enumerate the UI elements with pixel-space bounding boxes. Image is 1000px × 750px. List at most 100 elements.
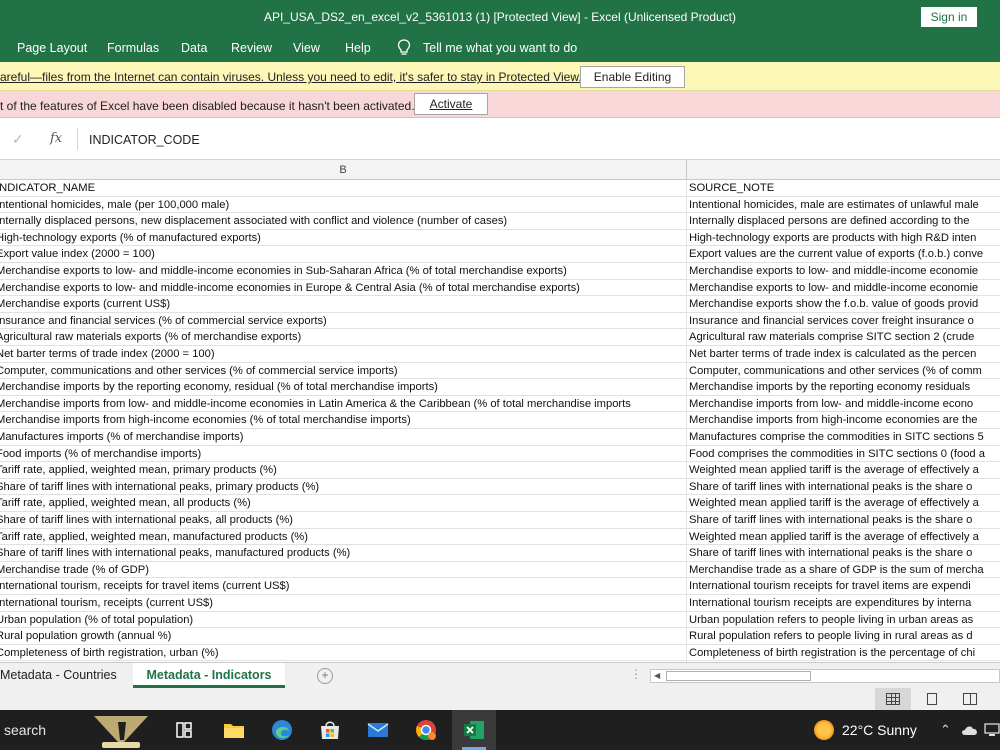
indicator-name-cell[interactable]: Food imports (% of merchandise imports) (0, 447, 686, 462)
page-layout-view-icon (927, 693, 937, 705)
sheet-tab-indicators[interactable]: Metadata - Indicators (133, 663, 285, 688)
source-note-cell[interactable]: Intentional homicides, male are estimate… (689, 198, 1000, 213)
mail-icon[interactable] (366, 718, 390, 742)
indicator-name-cell[interactable]: Tariff rate, applied, weighted mean, all… (0, 496, 686, 511)
indicator-name-cell[interactable]: Merchandise imports from low- and middle… (0, 397, 686, 412)
source-note-cell[interactable]: High-technology exports are products wit… (689, 231, 1000, 246)
chevron-up-icon[interactable]: ⌃ (940, 722, 951, 738)
sign-in-button[interactable]: Sign in (921, 7, 977, 27)
edge-icon[interactable] (270, 718, 294, 742)
scrollbar-thumb[interactable] (666, 671, 811, 681)
indicator-name-cell[interactable]: Merchandise exports (current US$) (0, 297, 686, 312)
indicator-name-cell[interactable]: Net barter terms of trade index (2000 = … (0, 347, 686, 362)
file-explorer-icon[interactable] (222, 718, 246, 742)
spreadsheet-grid[interactable]: INDICATOR_NAME SOURCE_NOTE Intentional hom… (0, 180, 1000, 662)
indicator-name-cell[interactable]: Tariff rate, applied, weighted mean, man… (0, 530, 686, 545)
column-header-b[interactable]: B (0, 164, 686, 176)
source-note-cell[interactable]: Weighted mean applied tariff is the aver… (689, 463, 1000, 478)
indicator-name-cell[interactable]: Internally displaced persons, new displa… (0, 214, 686, 229)
source-note-cell[interactable]: Urban population refers to people living… (689, 613, 1000, 628)
indicator-name-cell[interactable]: Urban population (% of total population) (0, 613, 686, 628)
indicator-name-cell[interactable]: Export value index (2000 = 100) (0, 247, 686, 262)
tell-me-search[interactable]: Tell me what you want to do (423, 41, 577, 55)
indicator-name-cell[interactable]: Intentional homicides, male (per 100,000… (0, 198, 686, 213)
tab-help[interactable]: Help (345, 41, 371, 55)
source-note-cell[interactable]: SOURCE_NOTE (689, 181, 1000, 196)
indicator-name-cell[interactable]: Merchandise exports to low- and middle-i… (0, 281, 686, 296)
indicator-name-cell[interactable]: Computer, communications and other servi… (0, 364, 686, 379)
source-note-cell[interactable]: Share of tariff lines with international… (689, 513, 1000, 528)
indicator-name-cell[interactable]: Insurance and financial services (% of c… (0, 314, 686, 329)
source-note-cell[interactable]: Food comprises the commodities in SITC s… (689, 447, 1000, 462)
source-note-cell[interactable]: Merchandise imports from high-income eco… (689, 413, 1000, 428)
check-icon[interactable]: ✓ (12, 131, 24, 148)
tab-view[interactable]: View (293, 41, 320, 55)
source-note-cell[interactable]: Agricultural raw materials comprise SITC… (689, 330, 1000, 345)
page-layout-view-button[interactable] (914, 688, 950, 710)
sheet-tab-countries[interactable]: Metadata - Countries (0, 663, 130, 688)
indicator-name-cell[interactable]: Share of tariff lines with international… (0, 546, 686, 561)
activate-button[interactable]: Activate (414, 93, 488, 115)
indicator-name-cell[interactable]: Completeness of birth registration, urba… (0, 646, 686, 661)
source-note-cell[interactable]: Share of tariff lines with international… (689, 480, 1000, 495)
source-note-cell[interactable]: Weighted mean applied tariff is the aver… (689, 496, 1000, 511)
page-break-view-button[interactable] (952, 688, 988, 710)
cloud-icon[interactable] (960, 724, 980, 736)
indicator-name-cell[interactable]: High-technology exports (% of manufactur… (0, 231, 686, 246)
formula-content[interactable]: INDICATOR_CODE (89, 133, 200, 147)
indicator-name-cell[interactable]: Merchandise imports from high-income eco… (0, 413, 686, 428)
indicator-name-cell[interactable]: Tariff rate, applied, weighted mean, pri… (0, 463, 686, 478)
indicator-name-cell[interactable]: INDICATOR_NAME (0, 181, 686, 196)
taskbar-search[interactable]: search (4, 722, 46, 738)
source-note-cell[interactable]: Merchandise exports show the f.o.b. valu… (689, 297, 1000, 312)
source-note-cell[interactable]: Rural population refers to people living… (689, 629, 1000, 644)
tab-page-layout[interactable]: Page Layout (17, 41, 87, 55)
store-icon[interactable] (318, 718, 342, 742)
indicator-name-cell[interactable]: Share of tariff lines with international… (0, 480, 686, 495)
status-bar (0, 688, 1000, 710)
indicator-name-cell[interactable]: Merchandise trade (% of GDP) (0, 563, 686, 578)
chrome-icon[interactable] (414, 718, 438, 742)
weather-text[interactable]: 22°C Sunny (842, 722, 917, 738)
indicator-name-cell[interactable]: Agricultural raw materials exports (% of… (0, 330, 686, 345)
indicator-name-cell[interactable]: Manufactures imports (% of merchandise i… (0, 430, 686, 445)
excel-icon[interactable] (462, 718, 486, 742)
indicator-name-cell[interactable]: Merchandise exports to low- and middle-i… (0, 264, 686, 279)
source-note-cell[interactable]: Share of tariff lines with international… (689, 546, 1000, 561)
source-note-cell[interactable]: Merchandise exports to low- and middle-i… (689, 264, 1000, 279)
source-note-cell[interactable]: Merchandise imports by the reporting eco… (689, 380, 1000, 395)
source-note-cell[interactable]: Computer, communications and other servi… (689, 364, 1000, 379)
indicator-name-cell[interactable]: Share of tariff lines with international… (0, 513, 686, 528)
tab-split-handle[interactable]: ⋮ (630, 667, 642, 681)
indicator-name-cell[interactable]: Merchandise imports by the reporting eco… (0, 380, 686, 395)
add-sheet-icon[interactable]: + (317, 668, 333, 684)
column-divider[interactable] (686, 160, 687, 180)
source-note-cell[interactable]: Internally displaced persons are defined… (689, 214, 1000, 229)
normal-view-button[interactable] (875, 688, 911, 710)
source-note-cell[interactable]: Export values are the current value of e… (689, 247, 1000, 262)
source-note-cell[interactable]: Completeness of birth registration is th… (689, 646, 1000, 661)
network-icon[interactable] (984, 723, 1000, 737)
task-view-icon[interactable] (172, 718, 196, 742)
enable-editing-button[interactable]: Enable Editing (580, 66, 685, 88)
source-note-cell[interactable]: Merchandise trade as a share of GDP is t… (689, 563, 1000, 578)
scroll-left-icon[interactable]: ◀ (654, 671, 660, 680)
indicator-name-cell[interactable]: Rural population growth (annual %) (0, 629, 686, 644)
source-note-cell[interactable]: Manufactures comprise the commodities in… (689, 430, 1000, 445)
source-note-cell[interactable]: Net barter terms of trade index is calcu… (689, 347, 1000, 362)
source-note-cell[interactable]: Merchandise imports from low- and middle… (689, 397, 1000, 412)
horizontal-scrollbar[interactable]: ◀ (650, 669, 1000, 683)
tab-data[interactable]: Data (181, 41, 207, 55)
tab-review[interactable]: Review (231, 41, 272, 55)
indicator-name-cell[interactable]: International tourism, receipts for trav… (0, 579, 686, 594)
indicator-name-cell[interactable]: International tourism, receipts (current… (0, 596, 686, 611)
source-note-cell[interactable]: Insurance and financial services cover f… (689, 314, 1000, 329)
source-note-cell[interactable]: Merchandise exports to low- and middle-i… (689, 281, 1000, 296)
search-highlight-icon[interactable] (88, 712, 154, 750)
fx-icon[interactable]: fx (50, 131, 62, 146)
table-row: International tourism, receipts for trav… (0, 578, 1000, 595)
source-note-cell[interactable]: International tourism receipts for trave… (689, 579, 1000, 594)
source-note-cell[interactable]: International tourism receipts are expen… (689, 596, 1000, 611)
source-note-cell[interactable]: Weighted mean applied tariff is the aver… (689, 530, 1000, 545)
tab-formulas[interactable]: Formulas (107, 41, 159, 55)
